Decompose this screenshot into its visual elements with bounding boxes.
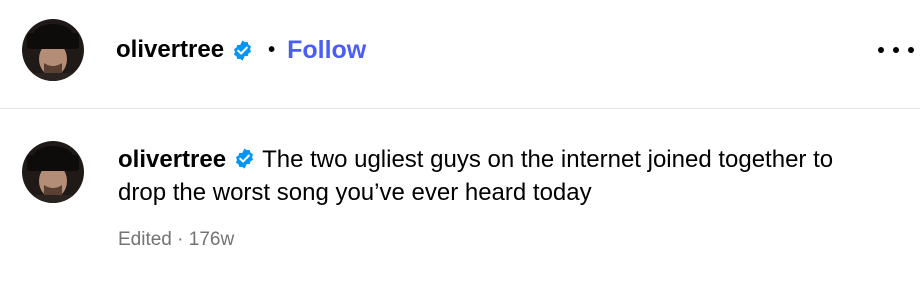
header-user: olivertree • Follow <box>116 33 366 67</box>
avatar[interactable] <box>22 19 84 81</box>
post-age[interactable]: 176w <box>189 229 234 250</box>
verified-badge-icon <box>234 39 251 61</box>
avatar-image <box>22 19 84 81</box>
separator-dot: • <box>268 38 276 61</box>
dot-icon <box>878 47 884 53</box>
post-header: olivertree • Follow <box>0 0 920 109</box>
avatar-image <box>22 141 84 203</box>
post-caption: olivertree The two ugliest guys on the i… <box>118 143 878 209</box>
caption-avatar[interactable] <box>22 141 84 203</box>
meta-separator: · <box>177 229 184 250</box>
caption-username-link[interactable]: olivertree <box>118 146 226 173</box>
follow-button[interactable]: Follow <box>287 36 366 65</box>
more-options-icon[interactable] <box>878 37 914 63</box>
post-meta: Edited · 176w <box>118 229 234 251</box>
username-link[interactable]: olivertree <box>116 36 224 64</box>
dot-icon <box>893 47 899 53</box>
verified-badge-icon <box>236 148 253 169</box>
edited-label: Edited <box>118 229 172 250</box>
dot-icon <box>908 47 914 53</box>
